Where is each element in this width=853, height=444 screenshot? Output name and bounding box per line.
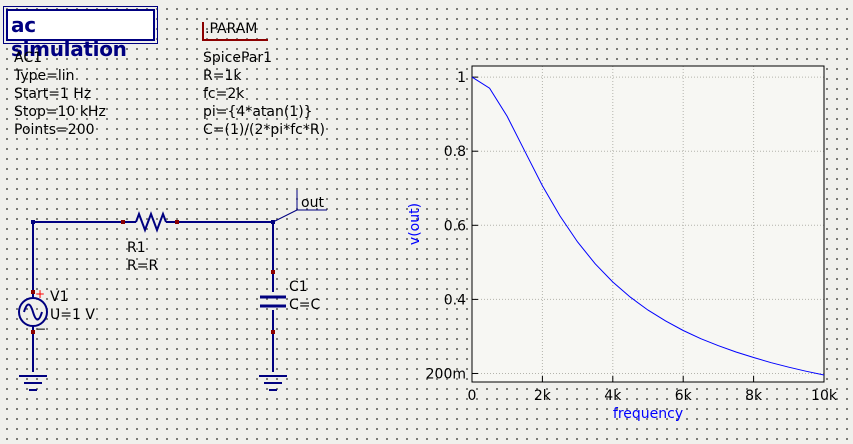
x-tick-label-2: 4k (604, 388, 622, 404)
ac-param-start: Start=1 Hz (14, 86, 92, 102)
x-tick-label-3: 6k (675, 388, 693, 404)
param-title: .PARAM (205, 21, 258, 37)
resistor-value: R=R (127, 258, 159, 274)
resistor-r1[interactable] (124, 211, 176, 233)
ac-param-points: Points=200 (14, 122, 95, 138)
param-lines[interactable]: SpicePar1 R=1k fc=2k pi={4*atan(1)} C=(1… (203, 49, 325, 139)
y-axis-label: v(out) (407, 203, 423, 245)
x-tick-label-0: 0 (468, 388, 477, 404)
param-title-box[interactable]: .PARAM (202, 20, 268, 41)
capacitor-label[interactable]: C1 C=C (289, 278, 320, 314)
schematic-canvas[interactable]: + − out 0 2k 4k 6k 8k 10k 200m 0.4 0.6 0.8 1 freque… (0, 0, 853, 444)
param-bracket-vertical (202, 22, 204, 40)
y-tick-label-0: 200m (426, 366, 466, 382)
source-value: U=1 V (50, 307, 95, 323)
resistor-label[interactable]: R1 R=R (127, 239, 158, 275)
x-tick-label-4: 8k (745, 388, 763, 404)
ground-symbol-right[interactable] (259, 375, 287, 391)
node-label-text: out (301, 195, 324, 211)
param-line-r: R=1k (203, 68, 242, 84)
y-tick-label-3: 0.8 (444, 144, 466, 160)
ac-param-type: Type=lin (14, 68, 75, 84)
ac-simulation-title-box[interactable]: ac simulation (3, 6, 158, 61)
ac-simulation-name: AC1 (14, 50, 43, 66)
param-line-c: C=(1)/(2*pi*fc*R) (203, 122, 326, 138)
resistor-name: R1 (127, 240, 146, 256)
ac-simulation-params[interactable]: AC1 Type=lin Start=1 Hz Stop=10 kHz Poin… (14, 49, 106, 139)
plot-background (472, 66, 824, 382)
y-tick-label-2: 0.6 (444, 218, 466, 234)
param-line-fc: fc=2k (203, 86, 245, 102)
y-tick-label-1: 0.4 (444, 292, 466, 308)
line-chart[interactable]: 0 2k 4k 6k 8k 10k 200m 0.4 0.6 0.8 1 frequency v(out… (407, 65, 838, 422)
source-minus-sign: − (36, 322, 46, 336)
y-tick-label-4: 1 (457, 70, 466, 86)
capacitor-name: C1 (289, 279, 308, 295)
param-line-pi: pi={4*atan(1)} (203, 104, 313, 120)
ac-param-stop: Stop=10 kHz (14, 104, 106, 120)
x-axis-label: frequency (613, 406, 683, 422)
capacitor-c1[interactable] (260, 295, 286, 308)
capacitor-value: C=C (289, 297, 321, 313)
param-name: SpicePar1 (203, 50, 273, 66)
ground-symbol-left[interactable] (19, 375, 47, 391)
source-plus-sign: + (35, 287, 45, 301)
source-label[interactable]: V1 U=1 V (50, 288, 95, 324)
x-tick-label-5: 10k (811, 388, 838, 404)
x-tick-label-1: 2k (534, 388, 552, 404)
param-bracket-underline (202, 39, 268, 41)
source-name: V1 (50, 289, 69, 305)
